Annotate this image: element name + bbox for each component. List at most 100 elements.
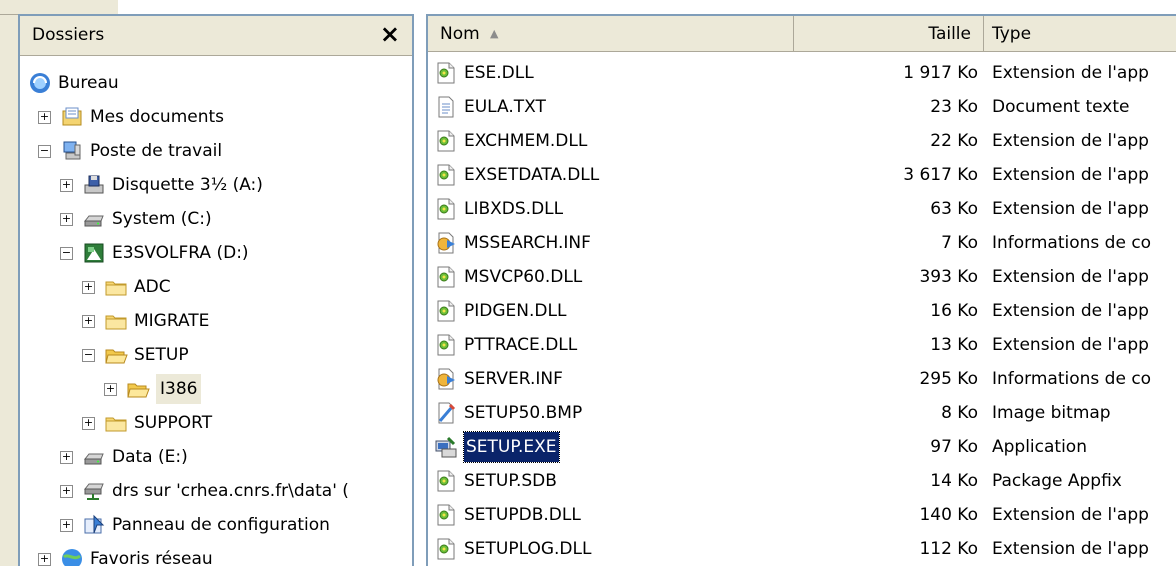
file-size: 13 Ko [930,335,978,355]
floppy-drive-icon [82,173,106,197]
file-row[interactable]: EULA.TXT 23 Ko Document texte [428,92,1176,122]
cd-drive-icon [82,241,106,265]
file-type: Extension de l'app [992,199,1149,219]
file-row[interactable]: EXCHMEM.DLL 22 Ko Extension de l'app [428,126,1176,156]
tree-item-label: Mes documents [90,107,225,127]
file-size: 1 917 Ko [903,63,978,83]
dll-icon [434,265,458,289]
dll-icon [434,469,458,493]
file-name: ESE.DLL [464,63,534,83]
file-type: Extension de l'app [992,131,1149,151]
tree-item-label: E3SVOLFRA (D:) [112,243,249,263]
file-size: 16 Ko [930,301,978,321]
window-edge [0,0,18,566]
expand-icon[interactable]: + [60,179,73,192]
tree-item-label: System (C:) [112,209,212,229]
file-row[interactable]: PIDGEN.DLL 16 Ko Extension de l'app [428,296,1176,326]
column-header-name[interactable]: Nom ▲ [428,16,794,52]
file-type: Application [992,437,1087,457]
expand-icon[interactable]: + [82,417,95,430]
open-folder-icon [104,343,128,367]
toolbar-edge [0,0,1176,14]
file-row[interactable]: EXSETDATA.DLL 3 617 Ko Extension de l'app [428,160,1176,190]
dll-icon [434,129,458,153]
file-type: Informations de co [992,369,1152,389]
file-row[interactable]: SETUPDB.DLL 140 Ko Extension de l'app [428,500,1176,530]
file-size: 22 Ko [930,131,978,151]
inf-file-icon [434,231,458,255]
collapse-icon[interactable]: − [38,145,51,158]
file-size: 7 Ko [941,233,978,253]
tree-item-label: drs sur 'crhea.cnrs.fr\data' ( [112,481,349,501]
file-row[interactable]: PTTRACE.DLL 13 Ko Extension de l'app [428,330,1176,360]
expand-icon[interactable]: + [38,111,51,124]
bitmap-icon [434,401,458,425]
file-row[interactable]: SETUPLOG.DLL 112 Ko Extension de l'app [428,534,1176,564]
file-row[interactable]: SETUP.SDB 14 Ko Package Appfix [428,466,1176,496]
open-folder-icon [126,377,150,401]
file-row[interactable]: MSVCP60.DLL 393 Ko Extension de l'app [428,262,1176,292]
desktop-icon [28,71,52,95]
hard-drive-icon [82,445,106,469]
file-name: EXSETDATA.DLL [464,165,600,185]
file-name: MSVCP60.DLL [464,267,583,287]
expand-icon[interactable]: + [60,451,73,464]
file-size: 8 Ko [941,403,978,423]
file-size: 63 Ko [930,199,978,219]
collapse-icon[interactable]: − [60,247,73,260]
file-row[interactable]: ESE.DLL 1 917 Ko Extension de l'app [428,58,1176,88]
file-row[interactable]: SERVER.INF 295 Ko Informations de co [428,364,1176,394]
expand-icon[interactable]: + [38,553,51,566]
file-list-pane: Nom ▲ Taille Type ESE.DLL 1 917 Ko Extensi… [426,14,1176,566]
file-name: SETUPDB.DLL [464,505,581,525]
column-header-type[interactable]: Type [984,16,1176,52]
tree-item-label: Favoris réseau [90,549,213,566]
file-type: Extension de l'app [992,301,1149,321]
tree-item-label: Poste de travail [90,141,223,161]
collapse-icon[interactable]: − [82,349,95,362]
file-size: 393 Ko [919,267,978,287]
file-type: Extension de l'app [992,165,1149,185]
file-row[interactable]: MSSEARCH.INF 7 Ko Informations de co [428,228,1176,258]
column-size-label: Taille [928,24,971,44]
dll-icon [434,61,458,85]
file-name: LIBXDS.DLL [464,199,564,219]
file-size: 14 Ko [930,471,978,491]
file-name: SETUPLOG.DLL [464,539,592,559]
file-name: PIDGEN.DLL [464,301,567,321]
expand-icon[interactable]: + [60,519,73,532]
file-name: SETUP.SDB [464,471,557,491]
file-size: 23 Ko [930,97,978,117]
file-type: Package Appfix [992,471,1122,491]
expand-icon[interactable]: + [104,383,117,396]
file-name: SERVER.INF [464,369,563,389]
expand-icon[interactable]: + [82,315,95,328]
file-name: SETUP50.BMP [464,403,583,423]
file-row[interactable]: SETUP50.BMP 8 Ko Image bitmap [428,398,1176,428]
dll-icon [434,163,458,187]
my-documents-icon [60,105,84,129]
file-row[interactable]: LIBXDS.DLL 63 Ko Extension de l'app [428,194,1176,224]
file-type: Extension de l'app [992,505,1149,525]
tree-item-label: Bureau [58,73,119,93]
tree-item-label: SETUP [134,345,189,365]
folders-pane: Dossiers × Bureau + Mes documents − Poste de… [18,14,414,566]
text-file-icon [434,95,458,119]
tree-item-label: Disquette 3½ (A:) [112,175,263,195]
toolbar-notch [0,0,118,15]
close-icon[interactable]: × [380,20,400,48]
tree-item-label: MIGRATE [134,311,210,331]
file-row[interactable]: SETUP.EXE 97 Ko Application [428,431,1176,463]
folder-icon [104,411,128,435]
expand-icon[interactable]: + [82,281,95,294]
file-size: 97 Ko [930,437,978,457]
network-places-icon [60,547,84,566]
expand-icon[interactable]: + [60,485,73,498]
network-drive-icon [82,479,106,503]
expand-icon[interactable]: + [60,213,73,226]
file-type: Extension de l'app [992,63,1149,83]
column-name-label: Nom [440,24,480,44]
column-header-size[interactable]: Taille [794,16,984,52]
dll-icon [434,333,458,357]
file-name: EULA.TXT [464,97,546,117]
